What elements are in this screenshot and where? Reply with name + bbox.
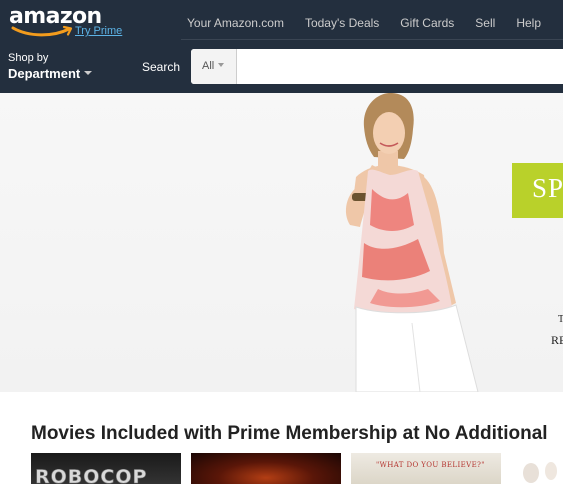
amazon-smile-logo: [11, 25, 73, 37]
try-prime-link[interactable]: Try Prime: [75, 25, 122, 38]
shop-by-label: Shop by: [8, 52, 49, 64]
search-input[interactable]: [238, 49, 563, 84]
hero-banner[interactable]: SP T RE: [0, 93, 563, 392]
hero-model-image: [345, 93, 479, 392]
search-department-value: All: [202, 60, 215, 72]
nav-divider: [181, 39, 563, 40]
top-nav: Your Amazon.com Today's Deals Gift Cards…: [187, 16, 541, 31]
search-department-select[interactable]: All: [191, 49, 237, 84]
nav-help[interactable]: Help: [516, 16, 541, 31]
promo-banner-box[interactable]: SP: [512, 163, 563, 218]
search-label: Search: [142, 60, 181, 74]
amazon-logo[interactable]: amazon Try Prime: [9, 4, 139, 44]
movie-poster-title: ROBOCOP: [35, 466, 148, 484]
movie-poster-3[interactable]: "WHAT DO YOU BELIEVE?": [351, 453, 501, 484]
nav-todays-deals[interactable]: Today's Deals: [305, 16, 379, 31]
movie-poster-4[interactable]: [511, 453, 563, 484]
movie-poster-tagline: "WHAT DO YOU BELIEVE?": [376, 461, 485, 469]
movie-poster-4-art: [523, 462, 557, 483]
hero-side-text-2: RE: [551, 333, 563, 347]
nav-your-amazon[interactable]: Your Amazon.com: [187, 16, 284, 31]
chevron-down-icon: [84, 70, 93, 75]
nav-gift-cards[interactable]: Gift Cards: [400, 16, 454, 31]
nav-sell[interactable]: Sell: [475, 16, 495, 31]
prime-movies-section-title: Movies Included with Prime Membership at…: [31, 423, 548, 444]
chevron-down-icon: [218, 63, 225, 68]
hero-side-text-1: T: [558, 314, 563, 325]
shop-by-department-menu[interactable]: Shop by Department: [8, 52, 93, 83]
promo-text: SP: [532, 173, 563, 203]
movie-poster-2[interactable]: [191, 453, 341, 484]
search-box: All: [191, 49, 563, 84]
top-header: amazon Try Prime Your Amazon.com Today's…: [0, 0, 563, 93]
movie-poster-robocop[interactable]: ROBOCOP: [31, 453, 181, 484]
department-label: Department: [8, 66, 81, 81]
